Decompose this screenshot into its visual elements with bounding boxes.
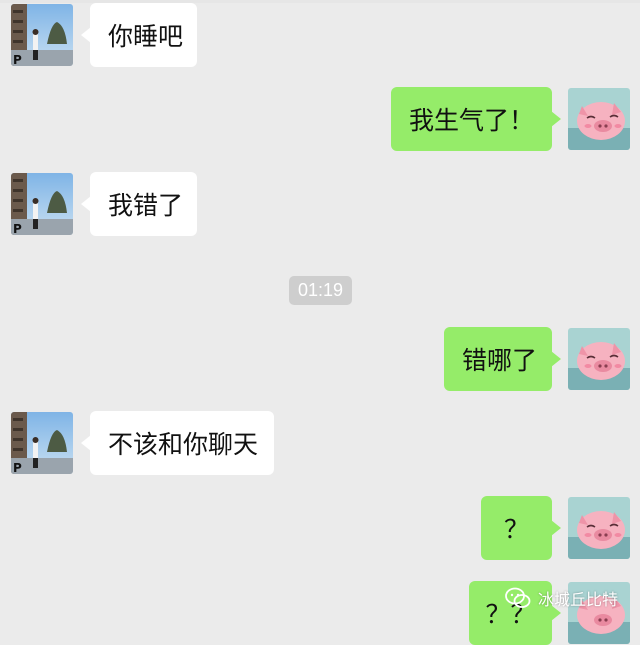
outgoing-message-bubble[interactable]: ？	[481, 496, 561, 560]
svg-text:P: P	[13, 53, 22, 66]
person-photo-avatar[interactable]: P	[11, 4, 73, 66]
pink-pig-icon	[568, 88, 630, 150]
person-photo-avatar[interactable]: P	[11, 173, 73, 235]
person-photo-icon: P	[11, 412, 73, 474]
pink-pig-avatar[interactable]	[568, 497, 630, 559]
timestamp-badge: 01:19	[289, 276, 352, 305]
chat-view: P 你睡吧 我生气了！ P 我错了 01:19 错哪了 P 不该和你聊天 ？ ？…	[0, 0, 640, 645]
wechat-official-account-icon	[505, 587, 531, 608]
message-text: 我错了	[108, 191, 184, 220]
incoming-message-bubble[interactable]: 我错了	[81, 172, 197, 236]
message-text: 错哪了	[462, 346, 538, 375]
incoming-message-bubble[interactable]: 不该和你聊天	[81, 411, 274, 475]
person-photo-icon: P	[11, 4, 73, 66]
pink-pig-avatar[interactable]	[568, 88, 630, 150]
message-text: 你睡吧	[108, 22, 184, 51]
pink-pig-icon	[568, 497, 630, 559]
message-text: ？	[503, 515, 529, 544]
person-photo-avatar[interactable]: P	[11, 412, 73, 474]
pink-pig-icon	[568, 328, 630, 390]
person-photo-icon: P	[11, 173, 73, 235]
pink-pig-avatar[interactable]	[568, 328, 630, 390]
incoming-message-bubble[interactable]: 你睡吧	[81, 3, 197, 67]
outgoing-message-bubble[interactable]: 错哪了	[444, 327, 561, 391]
watermark-text: 冰城丘比特	[538, 590, 619, 609]
message-text: 我生气了！	[409, 106, 535, 135]
svg-text:P: P	[13, 461, 22, 474]
outgoing-message-bubble[interactable]: 我生气了！	[391, 87, 561, 151]
message-text: 不该和你聊天	[108, 430, 259, 459]
svg-text:P: P	[13, 222, 22, 235]
watermark: 冰城丘比特	[504, 586, 618, 610]
